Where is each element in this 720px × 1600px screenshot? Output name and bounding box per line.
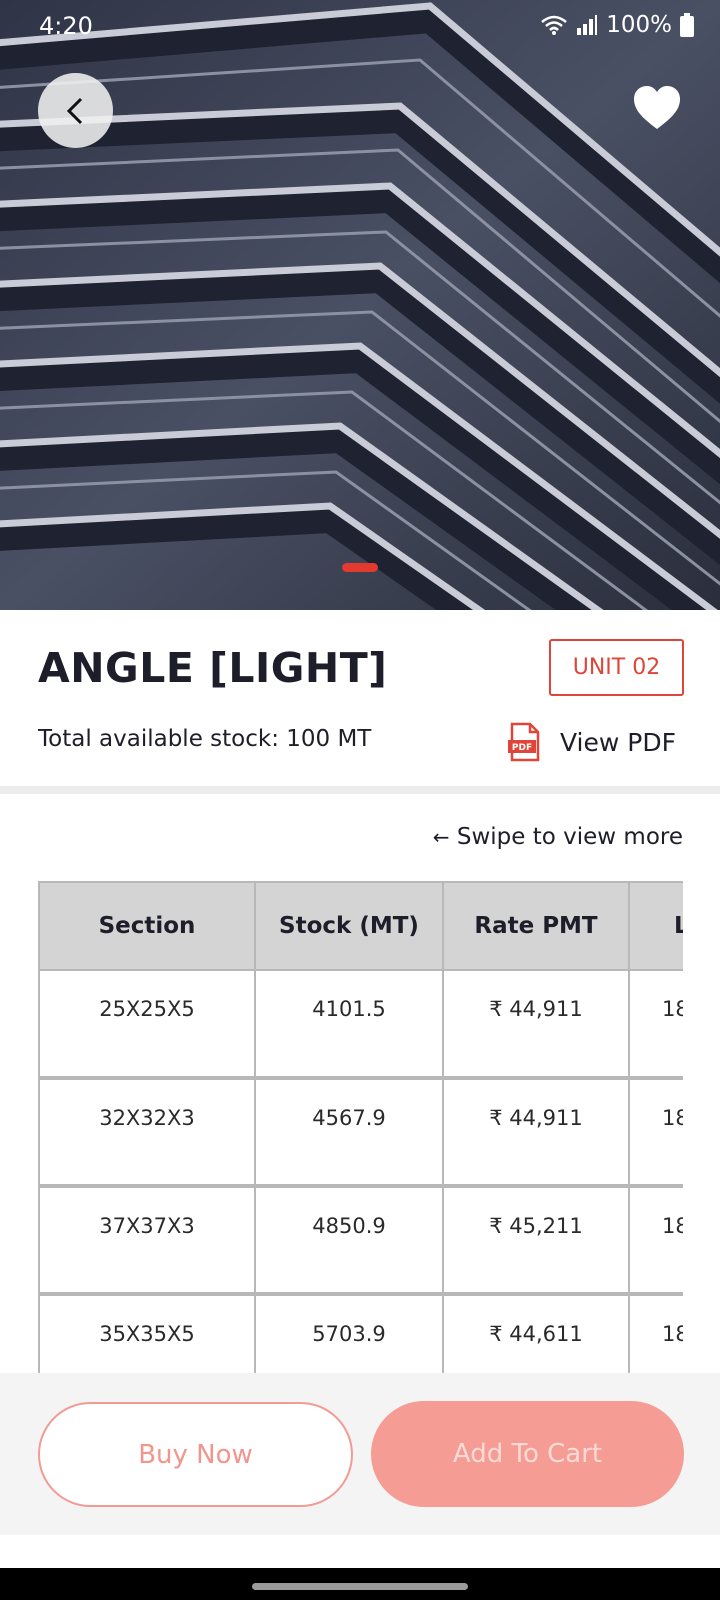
column-header-l: L <box>628 881 683 971</box>
battery-icon <box>680 13 694 37</box>
swipe-hint-text: Swipe to view more <box>456 824 683 850</box>
cell-section: 32X32X3 <box>38 1077 256 1188</box>
column-header-stock: Stock (MT) <box>254 881 444 971</box>
cell-section: 37X37X3 <box>38 1185 256 1296</box>
product-title: ANGLE [LIGHT] <box>38 644 388 692</box>
left-arrow-icon: ← <box>432 825 450 849</box>
status-bar: 4:20 100% <box>0 0 720 52</box>
status-icons: 100% <box>540 12 694 38</box>
cell-stock: 4101.5 <box>254 969 444 1080</box>
cell-section: 35X35X5 <box>38 1293 256 1373</box>
chevron-left-icon <box>66 97 82 124</box>
battery-percent: 100% <box>606 12 672 38</box>
signal-icon <box>577 15 598 35</box>
total-stock-text: Total available stock: 100 MT <box>38 726 372 752</box>
back-button[interactable] <box>38 73 113 148</box>
table-row[interactable]: 37X37X3 4850.9 ₹ 45,211 18 <box>38 1185 683 1296</box>
home-gesture-handle[interactable] <box>252 1583 468 1590</box>
stock-table-scroll[interactable]: Section Stock (MT) Rate PMT L 25X25X5 41… <box>38 881 683 1373</box>
cell-l: 18 <box>628 1077 683 1188</box>
table-row[interactable]: 35X35X5 5703.9 ₹ 44,611 18 <box>38 1293 683 1373</box>
column-header-section: Section <box>38 881 256 971</box>
column-header-rate: Rate PMT <box>442 881 630 971</box>
product-image-carousel[interactable]: 4:20 100% <box>0 0 720 610</box>
cell-rate: ₹ 44,911 <box>442 1077 630 1188</box>
table-row[interactable]: 25X25X5 4101.5 ₹ 44,911 18 <box>38 969 683 1080</box>
heart-icon[interactable] <box>632 84 682 134</box>
stock-table: Section Stock (MT) Rate PMT L 25X25X5 41… <box>38 881 683 1373</box>
cell-section: 25X25X5 <box>38 969 256 1080</box>
bottom-action-bar: Buy Now Add To Cart <box>0 1373 720 1535</box>
system-navigation-bar <box>0 1568 720 1600</box>
add-to-cart-button[interactable]: Add To Cart <box>371 1401 684 1507</box>
cell-rate: ₹ 44,911 <box>442 969 630 1080</box>
section-divider <box>0 786 720 794</box>
carousel-indicator-active[interactable] <box>342 563 378 572</box>
cell-l: 18 <box>628 969 683 1080</box>
status-time: 4:20 <box>39 12 93 40</box>
table-row[interactable]: 32X32X3 4567.9 ₹ 44,911 18 <box>38 1077 683 1188</box>
cell-l: 18 <box>628 1293 683 1373</box>
cell-rate: ₹ 45,211 <box>442 1185 630 1296</box>
cell-stock: 4850.9 <box>254 1185 444 1296</box>
pdf-file-icon: PDF <box>508 722 540 762</box>
cell-rate: ₹ 44,611 <box>442 1293 630 1373</box>
swipe-hint: ← Swipe to view more <box>433 824 683 850</box>
wifi-icon <box>541 15 568 35</box>
cell-l: 18 <box>628 1185 683 1296</box>
cell-stock: 5703.9 <box>254 1293 444 1373</box>
view-pdf-label: View PDF <box>560 727 676 757</box>
unit-badge: UNIT 02 <box>549 639 684 696</box>
buy-now-button[interactable]: Buy Now <box>38 1402 353 1507</box>
table-header-row: Section Stock (MT) Rate PMT L <box>38 881 683 971</box>
cell-stock: 4567.9 <box>254 1077 444 1188</box>
pdf-icon-label: PDF <box>512 743 532 753</box>
view-pdf-link[interactable]: PDF View PDF <box>508 722 676 762</box>
